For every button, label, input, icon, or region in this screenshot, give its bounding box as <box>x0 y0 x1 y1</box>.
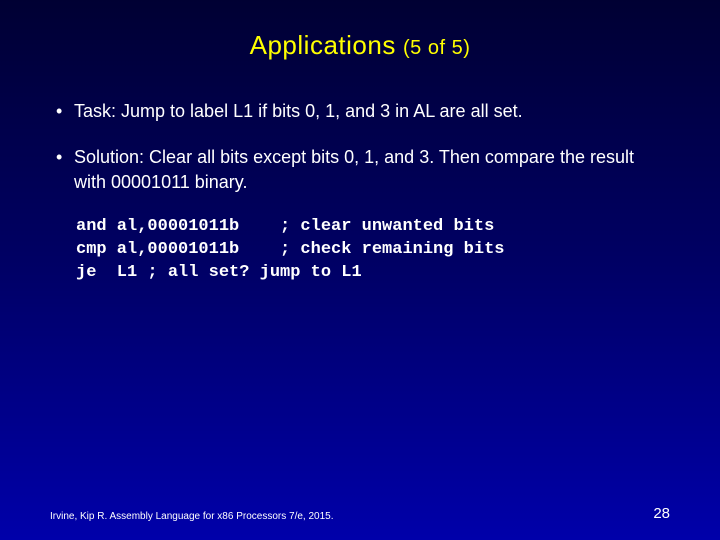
citation: Irvine, Kip R. Assembly Language for x86… <box>50 511 334 522</box>
footer: Irvine, Kip R. Assembly Language for x86… <box>50 505 670 522</box>
slide-title: Applications (5 of 5) <box>50 30 670 61</box>
bullet-task: Task: Jump to label L1 if bits 0, 1, and… <box>50 99 670 123</box>
bullet-list: Task: Jump to label L1 if bits 0, 1, and… <box>50 99 670 194</box>
slide-container: Applications (5 of 5) Task: Jump to labe… <box>0 0 720 540</box>
page-number: 28 <box>653 505 670 522</box>
code-block: and al,00001011b ; clear unwanted bits c… <box>76 216 670 285</box>
bullet-solution: Solution: Clear all bits except bits 0, … <box>50 145 670 194</box>
title-sub: (5 of 5) <box>403 37 470 59</box>
title-main: Applications <box>250 30 396 60</box>
